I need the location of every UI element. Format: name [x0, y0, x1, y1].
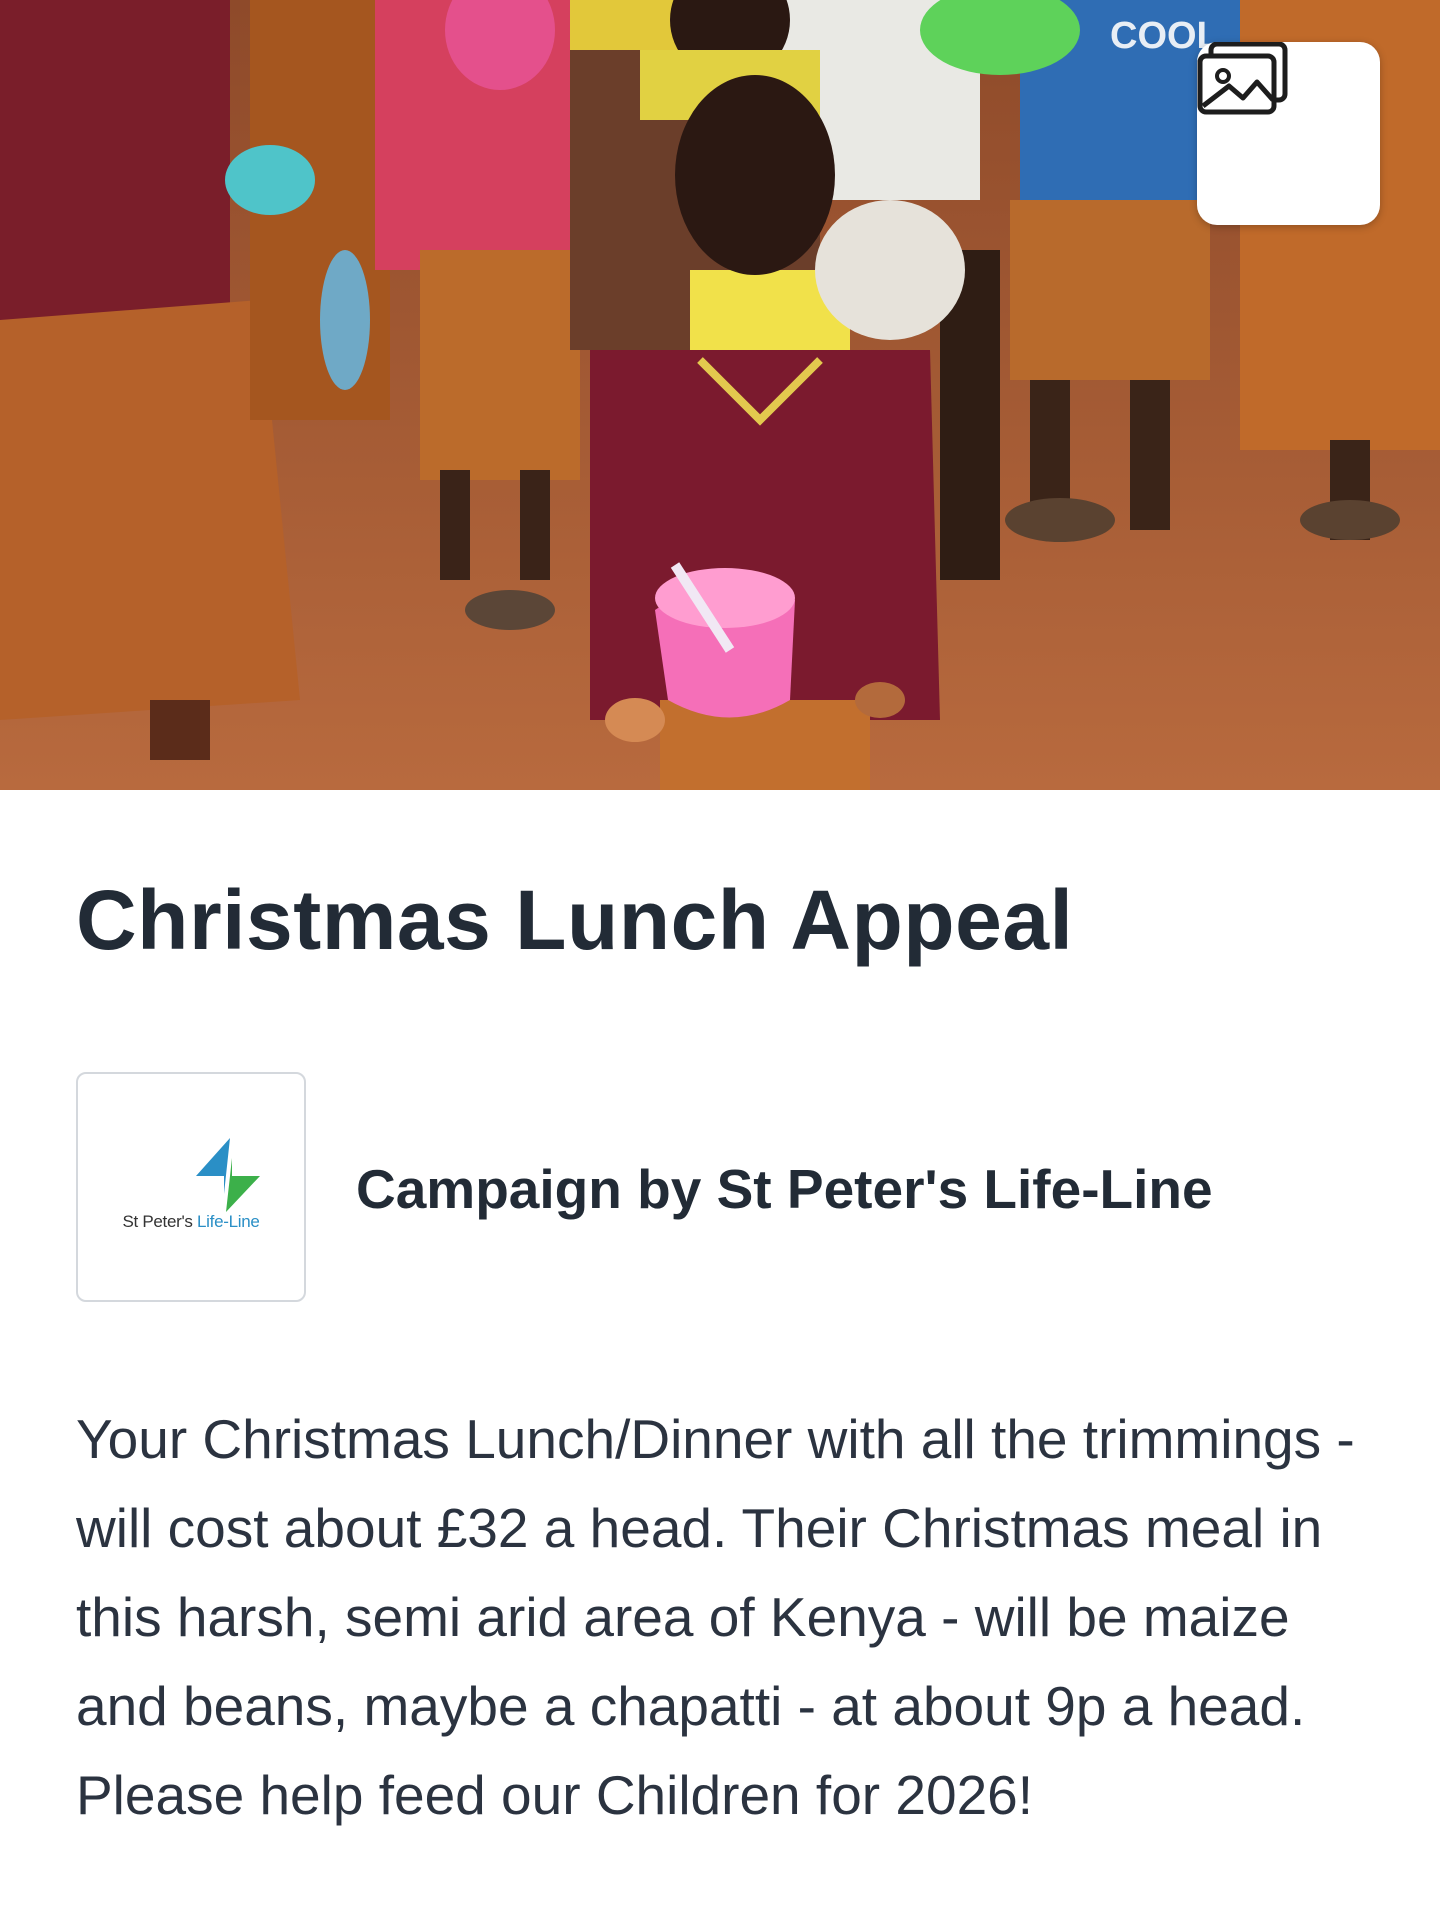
organizer-logo[interactable]: St Peter's Life-Line	[76, 1072, 306, 1302]
logo-text-accent: Life-Line	[197, 1212, 260, 1231]
organizer-logo-wordmark: St Peter's Life-Line	[78, 1212, 304, 1232]
logo-text-main: St Peter's	[122, 1212, 198, 1231]
view-gallery-button[interactable]	[1197, 42, 1380, 225]
lightning-bolt-logo-icon	[196, 1138, 260, 1212]
organizer-prefix: Campaign by	[356, 1158, 702, 1220]
organizer-line: Campaign by St Peter's Life-Line	[356, 1156, 1213, 1222]
image-gallery-icon	[1197, 42, 1288, 115]
campaign-title: Christmas Lunch Appeal	[76, 873, 1074, 967]
campaign-description: Your Christmas Lunch/Dinner with all the…	[76, 1408, 1355, 1826]
campaign-hero-photo: COOL	[0, 0, 1440, 790]
organizer-name-link[interactable]: St Peter's Life-Line	[717, 1158, 1213, 1220]
